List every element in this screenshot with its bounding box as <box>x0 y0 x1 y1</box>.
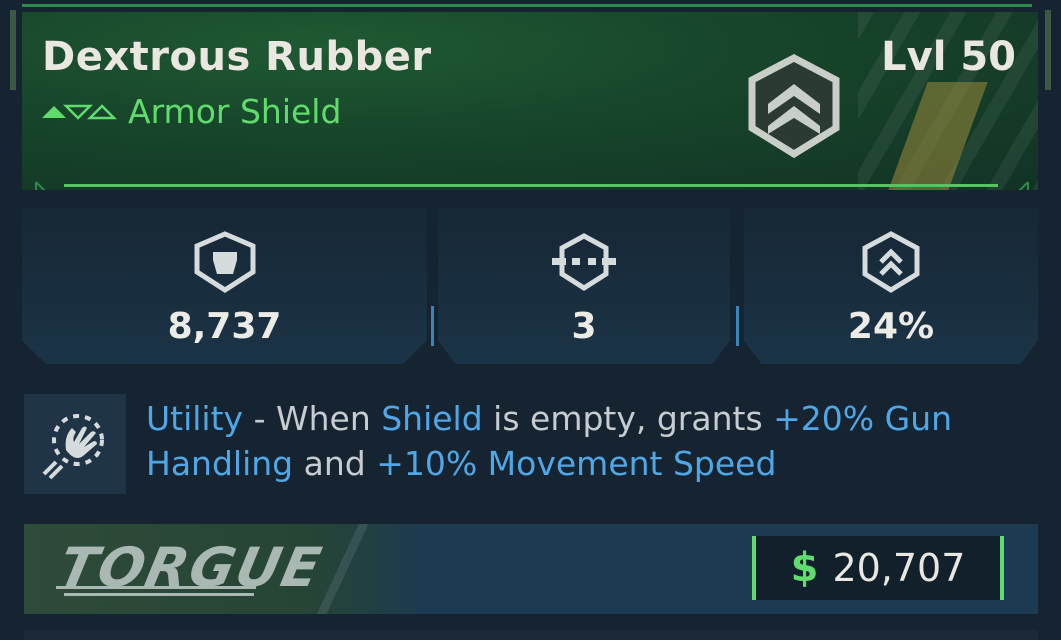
perk-keyword: Shield <box>381 399 483 438</box>
manufacturer-logo-lines-icon <box>56 586 256 596</box>
item-name: Dextrous Rubber <box>42 34 432 80</box>
hand-grab-icon <box>42 414 104 480</box>
perk-text-segment: - When <box>243 399 382 438</box>
item-level: Lvl 50 <box>881 34 1016 80</box>
footer-decor-slash <box>294 524 414 614</box>
frame-side-right <box>1045 10 1051 90</box>
frame-top-line <box>22 4 1032 7</box>
stat-segments: 3 <box>438 208 730 364</box>
item-type: Armor Shield <box>128 92 342 131</box>
item-card: Dextrous Rubber Armor Shield Lvl 50 8,73… <box>0 0 1061 640</box>
bottom-bar <box>24 630 1038 640</box>
perk-description: Utility - When Shield is empty, grants +… <box>146 396 1036 486</box>
armor-segments-icon <box>552 233 616 291</box>
perk-text-segment: and <box>293 444 377 483</box>
corner-mark-right-icon <box>1012 181 1029 190</box>
corner-mark-left-icon <box>35 181 52 190</box>
stat-segments-value: 3 <box>571 306 597 347</box>
stats-row: 8,737 3 24% <box>22 208 1038 364</box>
perk-keyword: +10% Movement Speed <box>376 444 777 483</box>
price-value: 20,707 <box>832 546 966 590</box>
perk-category: Utility <box>146 399 244 438</box>
stat-capacity: 8,737 <box>22 208 427 364</box>
stat-capacity-value: 8,737 <box>167 306 282 347</box>
dollar-icon: $ <box>790 545 819 591</box>
perk-text-segment: is empty, grants <box>482 399 774 438</box>
item-footer: TORGUE $ 20,707 <box>24 524 1038 614</box>
stat-upgrade-value: 24% <box>847 306 935 347</box>
shield-upgrade-icon <box>862 231 920 293</box>
frame-side-left <box>10 10 16 90</box>
shield-rank-icon <box>748 54 840 158</box>
stat-divider <box>736 306 739 346</box>
header-underline <box>64 184 998 187</box>
stat-upgrade: 24% <box>744 208 1038 364</box>
item-type-row: Armor Shield <box>40 92 341 131</box>
shield-capacity-icon <box>194 231 255 293</box>
perk-icon-box <box>24 394 126 494</box>
rarity-chevrons-icon <box>42 103 118 120</box>
stat-divider <box>431 306 434 346</box>
item-header: Dextrous Rubber Armor Shield Lvl 50 <box>22 12 1038 190</box>
price-box: $ 20,707 <box>752 536 1004 600</box>
